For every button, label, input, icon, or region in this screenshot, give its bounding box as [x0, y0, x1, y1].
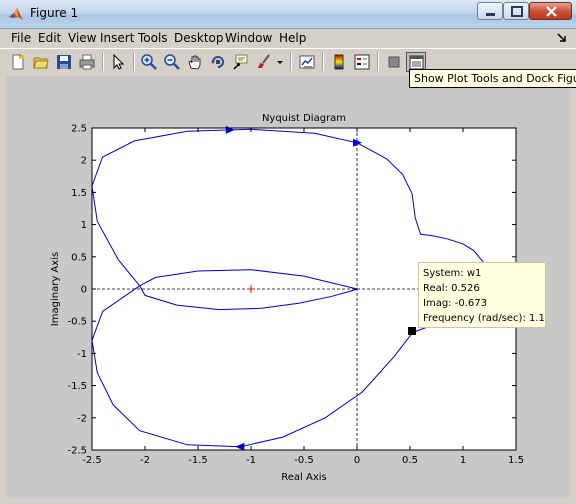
- pan-icon[interactable]: [185, 52, 205, 72]
- brush-dropdown-icon[interactable]: [275, 52, 285, 72]
- zoom-out-icon[interactable]: [162, 52, 182, 72]
- menu-tools[interactable]: Tools: [138, 31, 168, 45]
- menu-file[interactable]: File: [11, 31, 31, 45]
- brush-icon[interactable]: [254, 52, 274, 72]
- datatip-real: Real: 0.526: [423, 283, 480, 294]
- y-tick-label: 0.5: [71, 252, 87, 263]
- datatip-marker[interactable]: [408, 327, 416, 335]
- dock-arrow-icon[interactable]: [556, 32, 568, 44]
- x-tick-label: -2: [140, 455, 150, 466]
- maximize-icon: [511, 6, 523, 17]
- menu-window[interactable]: Window: [225, 31, 272, 45]
- new-figure-icon[interactable]: [8, 52, 28, 72]
- save-icon[interactable]: [54, 52, 74, 72]
- y-tick-label: 1: [81, 220, 87, 231]
- toolbar-separator: [290, 53, 292, 71]
- menu-insert[interactable]: Insert: [100, 31, 134, 45]
- menu-desktop[interactable]: Desktop: [174, 31, 224, 45]
- chart-title: Nyquist Diagram: [262, 113, 346, 124]
- minimize-button[interactable]: [477, 2, 503, 20]
- window-title: Figure 1: [30, 6, 79, 20]
- matlab-icon: [8, 6, 24, 22]
- x-tick-label: -0.5: [294, 455, 314, 466]
- y-tick-label: -0.5: [67, 317, 87, 328]
- print-icon[interactable]: [77, 52, 97, 72]
- toolbar-separator: [102, 53, 104, 71]
- minimize-icon: [486, 13, 495, 16]
- legend-icon[interactable]: [352, 52, 372, 72]
- toolbar-separator: [133, 53, 135, 71]
- zoom-in-icon[interactable]: [139, 52, 159, 72]
- pointer-icon[interactable]: [108, 52, 128, 72]
- menu-edit[interactable]: Edit: [38, 31, 61, 45]
- tooltip: Show Plot Tools and Dock Figure: [409, 69, 576, 88]
- x-tick-label: 0: [354, 455, 360, 466]
- menu-view[interactable]: View: [68, 31, 96, 45]
- datatip-system: System: w1: [423, 268, 482, 279]
- menu-bar: File Edit View Insert Tools Desktop Wind…: [0, 29, 576, 48]
- datatip[interactable]: System: w1 Real: 0.526 Imag: -0.673 Freq…: [418, 262, 546, 328]
- x-axis-label: Real Axis: [281, 472, 326, 483]
- x-tick-label: 1.5: [508, 455, 524, 466]
- close-icon: [546, 6, 557, 17]
- x-tick-label: -1: [246, 455, 256, 466]
- toolbar-separator: [377, 53, 379, 71]
- x-tick-label: 0.5: [402, 455, 418, 466]
- y-tick-label: -2: [77, 413, 87, 424]
- x-tick-label: 1: [460, 455, 466, 466]
- colorbar-icon[interactable]: [329, 52, 349, 72]
- y-tick-label: 2: [81, 156, 87, 167]
- title-bar[interactable]: Figure 1: [0, 0, 576, 29]
- close-button[interactable]: [529, 2, 572, 20]
- y-tick-label: 2.5: [71, 124, 87, 135]
- data-cursor-icon[interactable]: [231, 52, 251, 72]
- y-axis-label: Imaginary Axis: [50, 252, 61, 326]
- toolbar-separator: [322, 53, 324, 71]
- menu-help[interactable]: Help: [279, 31, 306, 45]
- y-tick-label: -2.5: [67, 446, 87, 457]
- datatip-imag: Imag: -0.673: [423, 298, 487, 309]
- x-tick-label: -2.5: [82, 455, 102, 466]
- figure-window: Figure 1 File Edit View Insert Tools Des…: [0, 0, 576, 504]
- x-tick-label: -1.5: [188, 455, 208, 466]
- open-file-icon[interactable]: [31, 52, 51, 72]
- y-tick-label: -1: [77, 349, 87, 360]
- hide-plot-tools-icon[interactable]: [384, 52, 404, 72]
- y-tick-label: -1.5: [67, 381, 87, 392]
- datatip-frequency: Frequency (rad/sec): 1.1: [423, 313, 545, 324]
- link-plot-icon[interactable]: [297, 52, 317, 72]
- y-tick-label: 1.5: [71, 188, 87, 199]
- y-tick-label: 0: [81, 285, 87, 296]
- rotate-3d-icon[interactable]: [208, 52, 228, 72]
- maximize-button[interactable]: [503, 2, 529, 20]
